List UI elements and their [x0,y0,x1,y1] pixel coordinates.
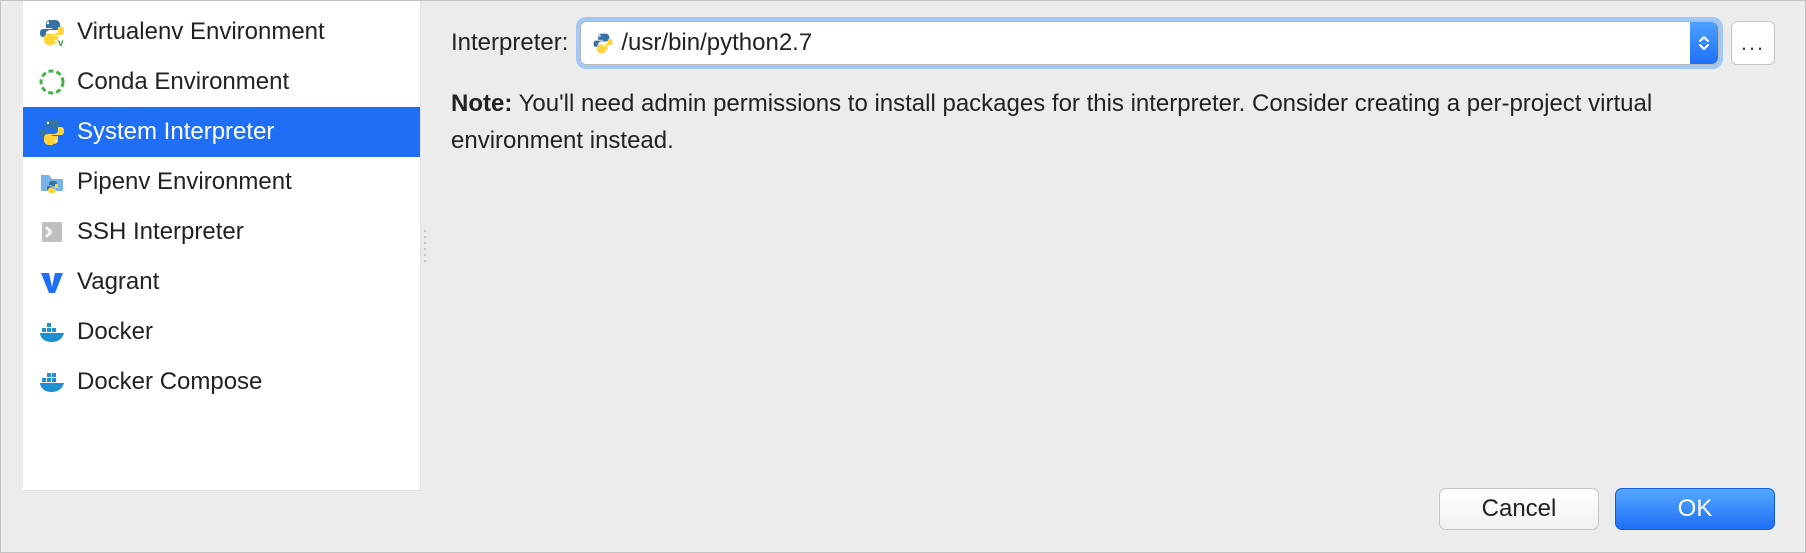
docker-icon [37,317,67,347]
python-venv-icon: v [37,17,67,47]
sidebar-item-pipenv[interactable]: Pipenv Environment [23,157,420,207]
python-icon [591,31,615,55]
ellipsis-icon: ... [1741,30,1765,56]
interpreter-combo[interactable]: /usr/bin/python2.7 [580,21,1719,65]
sidebar-item-vagrant[interactable]: Vagrant [23,257,420,307]
browse-interpreter-button[interactable]: ... [1731,21,1775,65]
interpreter-label: Interpreter: [451,29,568,57]
combo-updown-icon [1690,22,1718,64]
splitter-grip[interactable] [421,1,429,488]
sidebar-item-label: Docker Compose [77,368,262,396]
sidebar-item-label: System Interpreter [77,118,274,146]
sidebar-item-ssh[interactable]: SSH Interpreter [23,207,420,257]
sidebar-item-docker-compose[interactable]: Docker Compose [23,357,420,407]
sidebar-item-conda[interactable]: Conda Environment [23,57,420,107]
sidebar-item-docker[interactable]: Docker [23,307,420,357]
sidebar-item-label: Virtualenv Environment [77,18,325,46]
conda-icon [37,67,67,97]
svg-text:v: v [58,38,64,46]
interpreter-type-sidebar: v Virtualenv Environment Conda Environme… [23,1,421,491]
sidebar-item-label: Docker [77,318,153,346]
sidebar-item-label: Pipenv Environment [77,168,292,196]
note-body: You'll need admin permissions to install… [451,90,1652,154]
interpreter-dialog: v Virtualenv Environment Conda Environme… [0,0,1806,553]
sidebar-item-virtualenv[interactable]: v Virtualenv Environment [23,7,420,57]
note-text: Note: You'll need admin permissions to i… [451,85,1775,159]
pipenv-icon [37,167,67,197]
note-label: Note: [451,90,512,117]
python-icon [37,117,67,147]
vagrant-icon [37,267,67,297]
interpreter-row: Interpreter: /usr/bin/python2.7 [451,21,1775,65]
sidebar-item-label: Conda Environment [77,68,289,96]
cancel-button[interactable]: Cancel [1439,488,1599,530]
main-area: v Virtualenv Environment Conda Environme… [1,1,1805,488]
sidebar-item-label: SSH Interpreter [77,218,244,246]
dialog-button-bar: Cancel OK [1,488,1805,552]
docker-compose-icon [37,367,67,397]
interpreter-path-value: /usr/bin/python2.7 [615,29,1690,57]
right-pane: Interpreter: /usr/bin/python2.7 [429,1,1805,488]
ssh-icon [37,217,67,247]
ok-button[interactable]: OK [1615,488,1775,530]
sidebar-item-system[interactable]: System Interpreter [23,107,420,157]
sidebar-item-label: Vagrant [77,268,159,296]
